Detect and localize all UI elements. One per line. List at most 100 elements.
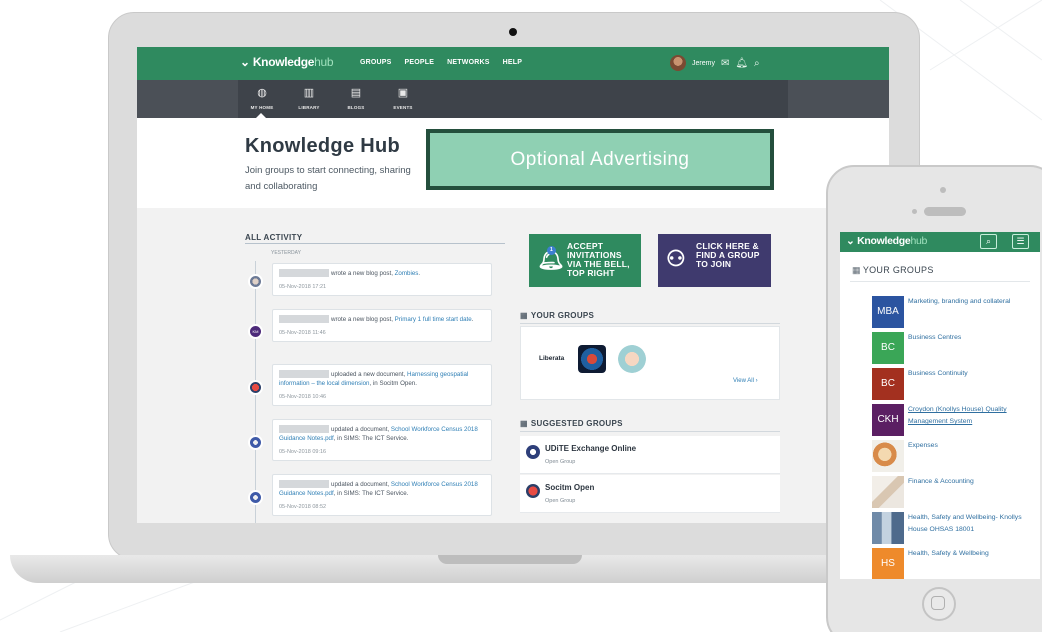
activity-avatar[interactable] — [248, 274, 263, 289]
redacted-name — [279, 425, 329, 434]
suggested-group-item[interactable]: Socitm Open Open Group — [520, 475, 780, 513]
globe-icon: ◍ — [257, 87, 267, 99]
secondary-navigation: ◍ MY HOME ▥ LIBRARY ▤ BLOGS ▣ EVENTS — [137, 80, 889, 118]
group-name: UDiTE Exchange Online — [545, 444, 637, 453]
activity-date: 05-Nov-2018 10:46 — [279, 394, 327, 400]
activity-day-label: YESTERDAY — [271, 250, 301, 256]
activity-date: 05-Nov-2018 11:46 — [279, 330, 326, 336]
laptop-screen: ⌄ Knowledgehub GROUPS PEOPLE NETWORKS HE… — [137, 47, 889, 523]
cta-text: ACCEPT INVITATIONS VIA THE BELL, TOP RIG… — [567, 241, 630, 278]
activity-tail: , in SIMS: The ICT Service. — [333, 490, 409, 497]
accept-invitations-cta[interactable]: 🔔︎ 1 ACCEPT INVITATIONS VIA THE BELL, TO… — [529, 234, 641, 287]
your-groups-card: Liberata View All › — [520, 326, 780, 400]
activity-avatar[interactable] — [248, 490, 263, 505]
activity-card: updated a document, School Workforce Cen… — [272, 474, 492, 516]
phone-group-item[interactable]: BC Business Centres — [872, 332, 1032, 366]
group-thumbnail[interactable] — [618, 345, 646, 373]
menu-icon[interactable]: ☰ — [1012, 234, 1029, 249]
suggested-group-item[interactable]: UDiTE Exchange Online Open Group — [520, 436, 780, 474]
hero-section: Knowledge Hub Join groups to start conne… — [137, 118, 889, 208]
phone-group-item[interactable]: Finance & Accounting — [872, 476, 1032, 510]
grid-icon: ▦ — [520, 311, 528, 320]
phone-camera — [940, 187, 946, 193]
group-logo-liberata[interactable]: Liberata — [539, 355, 564, 362]
phone-top-bar: ⌄ Knowledgehub ⌕ ☰ — [840, 232, 1040, 252]
phone-group-item[interactable]: CKH Croydon (Knollys House) Quality Mana… — [872, 404, 1032, 438]
view-all-label: View All — [733, 378, 754, 384]
section-divider — [520, 323, 780, 324]
group-logo — [526, 484, 540, 498]
chevron-down-icon: ⌄ — [846, 235, 855, 247]
activity-action: wrote a new blog post, — [331, 270, 393, 277]
subnav-blogs[interactable]: ▤ BLOGS — [336, 87, 376, 110]
activity-avatar[interactable] — [248, 435, 263, 450]
subnav-events[interactable]: ▣ EVENTS — [383, 87, 423, 110]
blog-icon: ▤ — [350, 87, 362, 99]
search-icon[interactable]: ⌕ — [980, 234, 997, 249]
group-name: Health, Safety & Wellbeing — [908, 550, 989, 557]
people-grid-icon: ⚇ — [666, 246, 686, 271]
advertising-banner[interactable]: Optional Advertising — [426, 129, 774, 190]
search-icon[interactable]: ⌕ — [754, 58, 760, 69]
knowledgehub-logo[interactable]: ⌄ Knowledgehub — [240, 55, 334, 69]
user-name[interactable]: Jeremy — [692, 60, 715, 67]
nav-groups[interactable]: GROUPS — [360, 59, 392, 66]
top-navigation-bar: ⌄ Knowledgehub GROUPS PEOPLE NETWORKS HE… — [137, 47, 889, 80]
nav-networks[interactable]: NETWORKS — [447, 59, 489, 66]
view-all-link[interactable]: View All › — [733, 378, 758, 384]
phone-group-item[interactable]: MBA Marketing, branding and collateral — [872, 296, 1032, 330]
phone-group-item[interactable]: Health, Safety and Wellbeing- Knollys Ho… — [872, 512, 1032, 546]
food-photo — [872, 440, 904, 472]
find-group-cta[interactable]: ⚇ CLICK HERE & FIND A GROUP TO JOIN — [658, 234, 771, 287]
activity-avatar[interactable] — [248, 380, 263, 395]
activity-action: updated a document, — [331, 426, 390, 433]
user-area: Jeremy ✉ 🔔︎ ⌕ — [670, 55, 760, 71]
activity-date: 05-Nov-2018 09:16 — [279, 449, 327, 455]
activity-heading: ALL ACTIVITY — [245, 233, 303, 242]
subnav-label: MY HOME — [250, 105, 274, 110]
activity-text: updated a document, School Workforce Cen… — [279, 480, 485, 498]
activity-text: uploaded a new document, Harnessing geos… — [279, 370, 485, 388]
activity-text: updated a document, School Workforce Cen… — [279, 425, 485, 443]
activity-link[interactable]: Primary 1 full time start date — [395, 316, 472, 323]
activity-tail: , in SIMS: The ICT Service. — [333, 435, 409, 442]
subnav-library[interactable]: ▥ LIBRARY — [289, 87, 329, 110]
bell-icon[interactable]: 🔔︎ — [735, 58, 748, 69]
page-title: Knowledge Hub — [245, 135, 401, 157]
grid-icon: ▦ — [852, 265, 861, 275]
subnav-label: EVENTS — [393, 105, 413, 110]
group-name: Health, Safety and Wellbeing- Knollys Ho… — [908, 514, 1022, 533]
logo-hub-text: hub — [910, 235, 928, 247]
group-name: Socitm Open — [545, 483, 595, 492]
user-avatar[interactable] — [670, 55, 686, 71]
building-photo — [872, 512, 904, 544]
group-type: Open Group — [545, 498, 576, 504]
phone-group-item[interactable]: BC Business Continuity — [872, 368, 1032, 402]
activity-tail: . — [418, 270, 421, 277]
group-badge: BC — [872, 332, 904, 364]
grid-icon: ▦ — [520, 419, 528, 428]
group-thumbnail[interactable] — [578, 345, 606, 373]
phone-group-item[interactable]: HS Health, Safety & Wellbeing — [872, 548, 1032, 579]
activity-link[interactable]: Zombies — [395, 270, 419, 277]
mail-icon[interactable]: ✉ — [721, 58, 729, 69]
activity-avatar[interactable]: KM — [248, 324, 263, 339]
device-mockup-stage: ⌄ Knowledgehub GROUPS PEOPLE NETWORKS HE… — [0, 0, 1042, 632]
activity-divider — [245, 243, 505, 244]
knowledgehub-logo[interactable]: ⌄ Knowledgehub — [846, 235, 927, 247]
activity-card: wrote a new blog post, Zombies. 05-Nov-2… — [272, 263, 492, 296]
activity-card: updated a document, School Workforce Cen… — [272, 419, 492, 461]
phone-group-item[interactable]: Expenses — [872, 440, 1032, 474]
activity-card: wrote a new blog post, Primary 1 full ti… — [272, 309, 492, 342]
nav-people[interactable]: PEOPLE — [405, 59, 435, 66]
nav-help[interactable]: HELP — [503, 59, 522, 66]
subnav-my-home[interactable]: ◍ MY HOME — [242, 87, 282, 110]
cta-text: CLICK HERE & FIND A GROUP TO JOIN — [696, 241, 760, 269]
home-square-icon — [931, 596, 945, 610]
library-icon: ▥ — [303, 87, 315, 99]
group-name: Finance & Accounting — [908, 478, 974, 485]
your-groups-heading: ▦ YOUR GROUPS — [520, 311, 594, 320]
phone-device: ⌄ Knowledgehub ⌕ ☰ ▦ YOUR GROUPS MBA Mark… — [826, 165, 1042, 632]
activity-text: wrote a new blog post, Zombies. — [279, 269, 485, 278]
activity-action: uploaded a new document, — [331, 371, 406, 378]
